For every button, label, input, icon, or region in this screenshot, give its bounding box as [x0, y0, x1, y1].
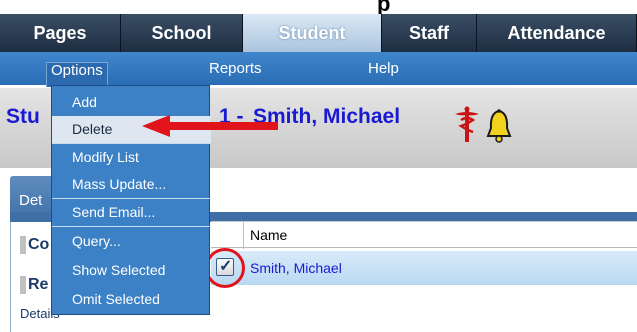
- table-row[interactable]: Smith, Michael: [211, 251, 637, 285]
- red-arrow-annotation: [142, 115, 278, 137]
- menu-item-omit-selected-label: Omit Selected: [72, 291, 160, 307]
- student-name-link[interactable]: Smith, Michael: [250, 260, 342, 276]
- tab-student-label: Student: [278, 22, 346, 43]
- header-divider: [243, 222, 244, 249]
- tab-pages[interactable]: Pages: [0, 14, 121, 52]
- column-header-name[interactable]: Name: [250, 227, 287, 243]
- menu-item-mass-update-label: Mass Update...: [72, 176, 167, 192]
- menu-item-mass-update[interactable]: Mass Update...: [52, 171, 211, 198]
- top-strip: p: [0, 0, 637, 16]
- tab-attendance[interactable]: Attendance: [477, 14, 637, 52]
- tab-student[interactable]: Student: [243, 14, 382, 52]
- menu-item-send-email-label: Send Email...: [72, 204, 156, 220]
- menu-item-omit-selected[interactable]: Omit Selected: [52, 286, 211, 313]
- sidebar-heading-2: Re: [20, 276, 48, 294]
- title-prefix: Stu: [6, 105, 40, 128]
- menu-options[interactable]: Options: [46, 62, 108, 87]
- menu-item-add[interactable]: Add: [52, 89, 211, 116]
- menu-item-modify-list[interactable]: Modify List: [52, 144, 211, 171]
- screenshot-root: { "tabs": [ {"label": "Pages"}, {"label"…: [0, 0, 637, 332]
- tab-school[interactable]: School: [121, 14, 243, 52]
- menu-separator: [52, 226, 211, 227]
- menu-item-show-selected-label: Show Selected: [72, 262, 166, 278]
- main-tab-bar: Pages School Student Staff Attendance: [0, 14, 637, 52]
- menu-reports[interactable]: Reports: [209, 60, 262, 77]
- details-tab-label: Det: [19, 192, 43, 209]
- tab-pages-label: Pages: [33, 22, 87, 43]
- sidebar-heading-1: Co: [20, 236, 49, 254]
- tab-attendance-label: Attendance: [507, 22, 606, 43]
- page-title: Stu 1 - Smith, Michael: [6, 105, 400, 129]
- menu-item-show-selected[interactable]: Show Selected: [52, 257, 211, 284]
- table-header: Name: [211, 221, 637, 249]
- menu-item-modify-list-label: Modify List: [72, 149, 139, 165]
- menu-item-add-label: Add: [72, 94, 97, 110]
- tab-school-label: School: [151, 22, 212, 43]
- submenu-bar: Options Reports Help: [0, 52, 637, 87]
- menu-item-query-label: Query...: [72, 233, 121, 249]
- medical-alert-icon[interactable]: [452, 106, 482, 144]
- menu-help[interactable]: Help: [368, 60, 399, 77]
- bell-icon[interactable]: [486, 108, 512, 144]
- tab-staff[interactable]: Staff: [382, 14, 477, 52]
- highlight-circle: [205, 248, 245, 288]
- tab-staff-label: Staff: [409, 22, 449, 43]
- menu-item-query[interactable]: Query...: [52, 228, 211, 255]
- menu-item-send-email[interactable]: Send Email...: [52, 199, 211, 226]
- menu-item-delete-label: Delete: [72, 121, 113, 137]
